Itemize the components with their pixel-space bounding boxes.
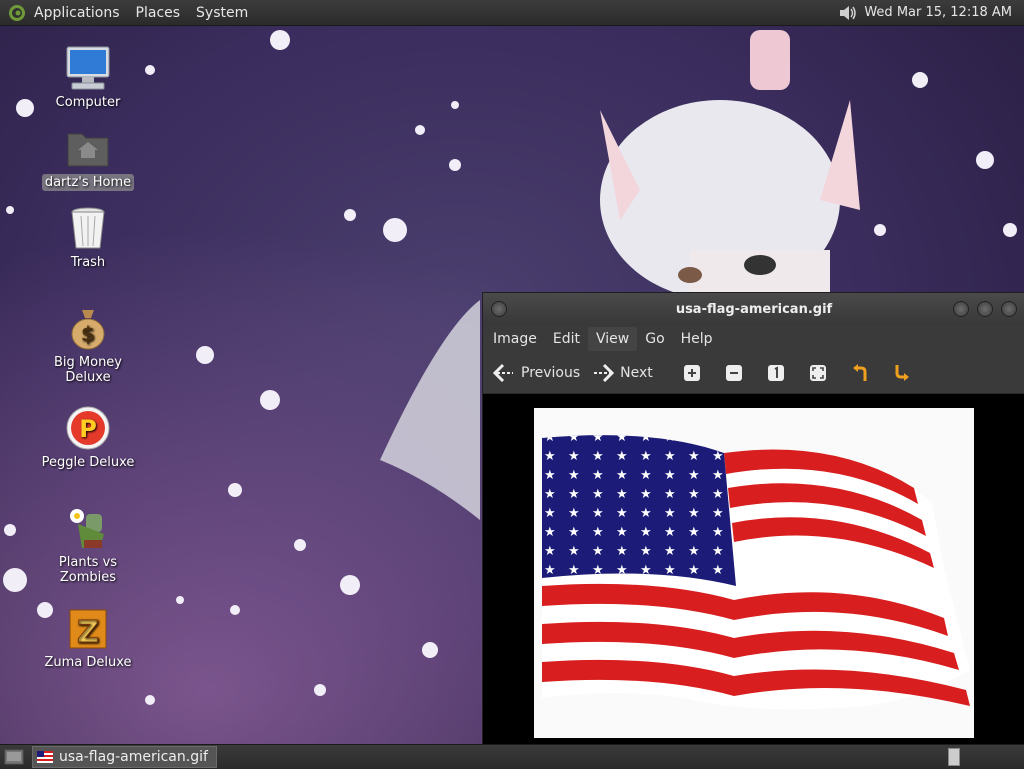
rotate-right-icon [895,365,909,381]
desktop-icon-label: Trash [70,255,106,270]
menu-view[interactable]: View [587,327,638,351]
desktop-icon-computer[interactable]: Computer [28,44,148,111]
next-label: Next [620,365,653,381]
desktop-icon-label: Big Money Deluxe [53,355,122,385]
distro-logo-icon[interactable] [8,4,26,22]
rotate-right-button[interactable] [891,362,913,384]
viewer-toolbar: Previous Next [483,353,1024,394]
svg-text:$: $ [81,322,95,346]
desktop-icon-big-money[interactable]: $ Big Money Deluxe [28,304,148,386]
svg-text:Z: Z [77,615,99,650]
volume-icon[interactable] [838,4,858,22]
menu-applications[interactable]: Applications [32,3,128,23]
plants-icon [70,509,104,548]
top-panel: Applications Places System Wed Mar 15, 1… [0,0,1024,26]
best-fit-button[interactable] [807,362,829,384]
desktop-icon-home[interactable]: dartz's Home [28,124,148,191]
rotate-left-icon [852,364,867,381]
desktop-icon-peggle[interactable]: P Peggle Deluxe [28,404,148,471]
rotate-left-button[interactable] [849,362,871,384]
panel-tray: Wed Mar 15, 12:18 AM [838,4,1024,22]
desktop-icon-label: Peggle Deluxe [41,455,135,470]
image-display-area[interactable]: ★ [483,394,1024,745]
zoom-in-icon [683,365,700,381]
show-desktop-icon[interactable] [4,748,24,766]
computer-icon [66,46,110,90]
bottom-panel: usa-flag-american.gif [0,744,1024,769]
minimize-button[interactable] [953,301,969,317]
desktop-icon-zuma[interactable]: Z Zuma Deluxe [28,604,148,671]
desktop-icon-plants-zombies[interactable]: Plants vs Zombies [28,504,148,586]
arrow-left-icon [493,363,513,383]
home-folder-icon [67,133,109,167]
window-titlebar[interactable]: usa-flag-american.gif [483,293,1024,325]
desktop-icon-label: Computer [55,95,121,110]
desktop-icon-label: dartz's Home [41,174,135,191]
zoom-in-button[interactable] [681,362,703,384]
viewer-menubar: Image Edit View Go Help [483,325,1024,353]
image-canvas: ★ [534,408,974,738]
menu-edit[interactable]: Edit [545,327,588,351]
clock[interactable]: Wed Mar 15, 12:18 AM [864,5,1012,20]
previous-button[interactable]: Previous [493,363,580,383]
best-fit-icon [809,365,826,381]
zoom-out-icon [725,365,742,381]
menu-image[interactable]: Image [485,327,545,351]
menu-places[interactable]: Places [128,3,189,23]
zoom-out-button[interactable] [723,362,745,384]
desktop-icon-label: Plants vs Zombies [58,555,118,585]
maximize-button[interactable] [977,301,993,317]
desktop-icon-trash[interactable]: Trash [28,204,148,271]
image-file-icon [37,751,53,763]
workspace-switcher[interactable] [948,748,960,766]
arrow-right-icon [594,363,615,383]
peggle-icon: P [66,406,110,450]
zuma-icon: Z [69,609,107,651]
trash-icon [71,207,105,249]
taskbar-item-label: usa-flag-american.gif [59,749,208,765]
taskbar-item-viewer[interactable]: usa-flag-american.gif [32,746,217,768]
desktop-icon-label: Zuma Deluxe [44,655,132,670]
us-flag-image: ★ [542,435,970,710]
money-bag-icon: $ [71,310,105,350]
next-button[interactable]: Next [592,363,653,383]
image-viewer-window: usa-flag-american.gif Image Edit View Go… [482,292,1024,746]
menu-go[interactable]: Go [637,327,672,351]
window-title: usa-flag-american.gif [675,301,833,317]
svg-text:P: P [79,415,97,443]
previous-label: Previous [521,365,581,381]
normal-size-button[interactable] [765,362,787,384]
close-button[interactable] [1001,301,1017,317]
normal-size-icon [767,365,784,381]
menu-help[interactable]: Help [673,327,721,351]
menu-system[interactable]: System [188,3,256,23]
